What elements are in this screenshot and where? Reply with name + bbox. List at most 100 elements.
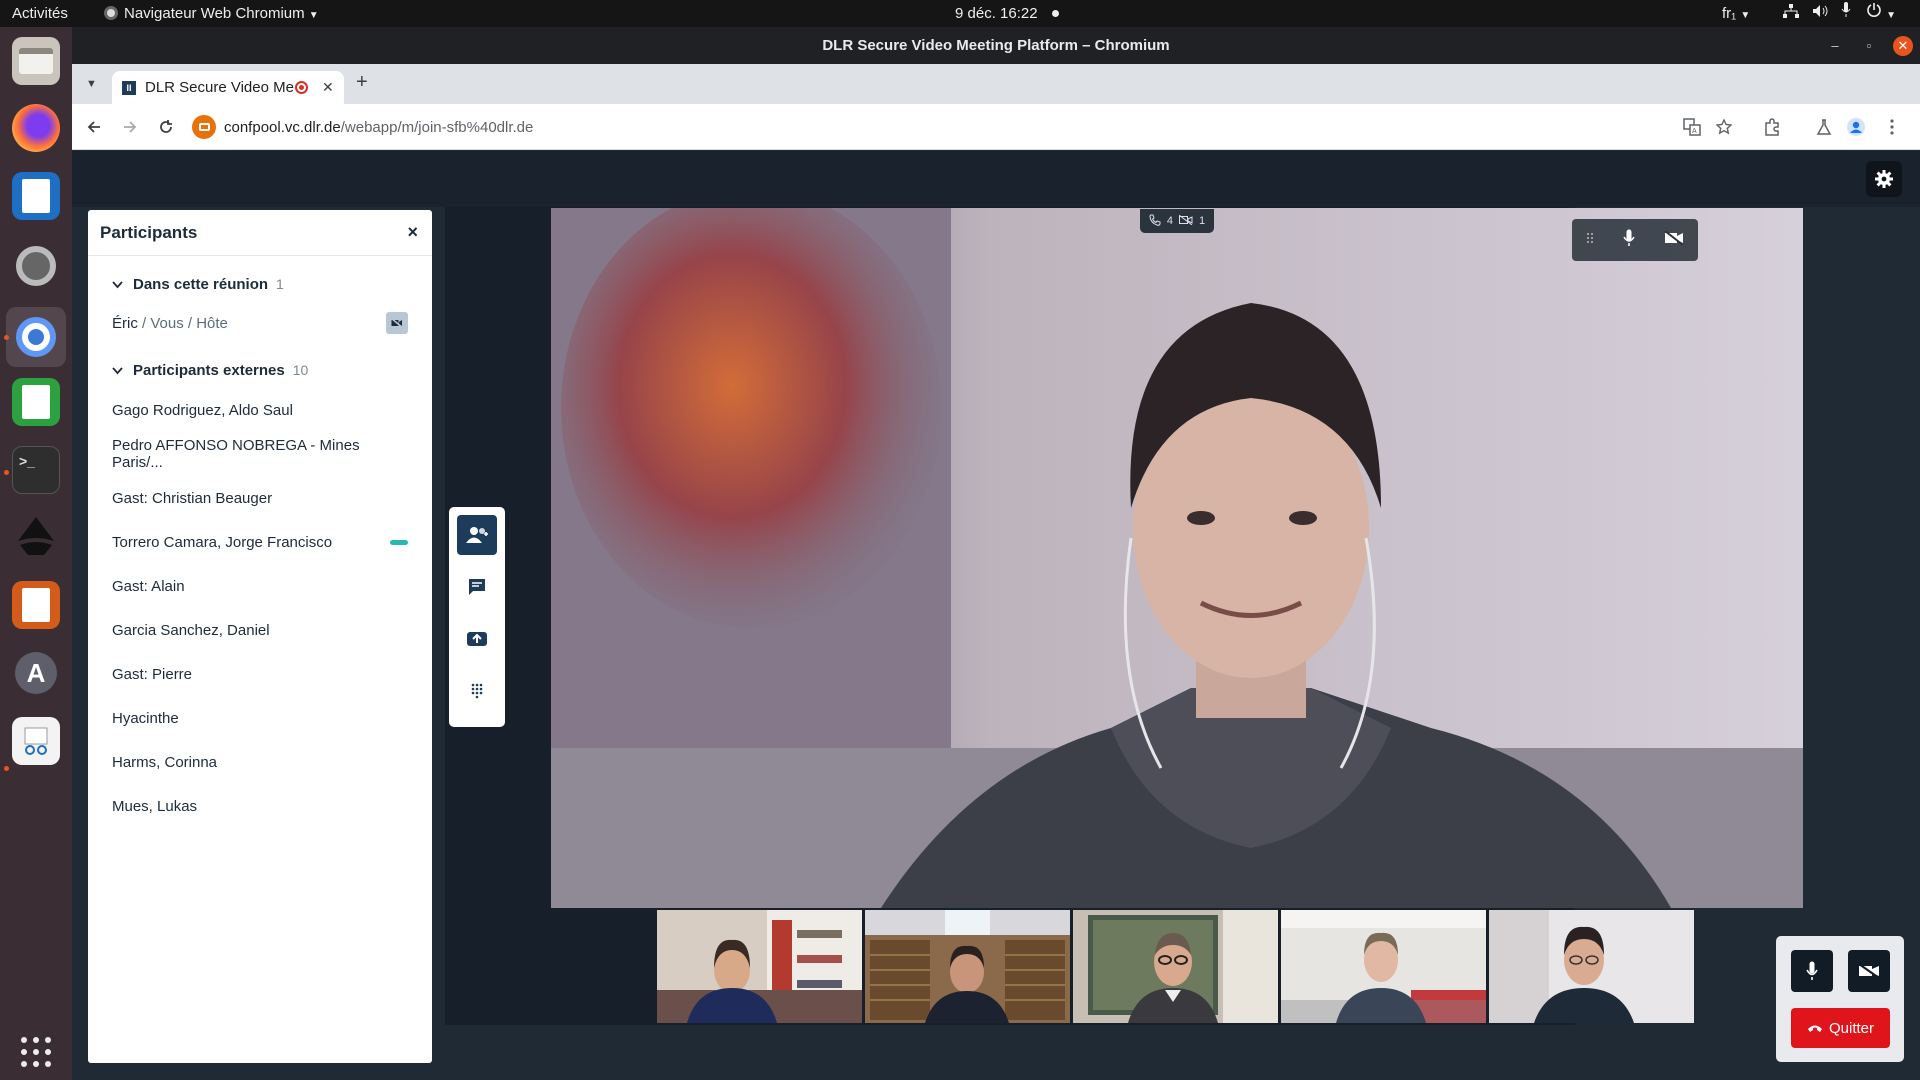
settings-gear-button[interactable] (1866, 161, 1902, 197)
app-menu-label: Navigateur Web Chromium (124, 5, 305, 22)
microphone-icon[interactable] (1623, 229, 1635, 252)
participant-row[interactable]: Harms, Corinna (88, 740, 432, 784)
participants-panel-header: Participants × (88, 210, 432, 256)
libreoffice-impress-icon[interactable] (12, 581, 60, 629)
video-off-icon (1178, 214, 1193, 228)
window-controls: – ▫ ✕ (1818, 27, 1920, 64)
microphone-icon (1806, 961, 1818, 980)
participant-row[interactable]: Gast: Christian Beauger (88, 476, 432, 520)
minimize-icon[interactable]: – (1818, 27, 1852, 64)
inkscape-icon[interactable] (12, 513, 60, 561)
clock[interactable]: 9 déc. 16:22 (955, 0, 1059, 27)
participant-name: Torrero Camara, Jorge Francisco (112, 533, 333, 551)
section-count: 10 (292, 362, 309, 378)
url-path: /webapp/m/join-sfb%40dlr.de (340, 118, 534, 136)
settings-icon[interactable] (12, 242, 60, 290)
people-icon (466, 527, 488, 543)
participant-row[interactable]: Hyacinthe (88, 696, 432, 740)
chromium-small-icon (104, 6, 118, 20)
participant-thumbnail[interactable] (1073, 910, 1278, 1023)
translate-icon[interactable]: A (1680, 115, 1704, 139)
audio-participant-count: 4 (1166, 215, 1173, 227)
kebab-menu-icon[interactable] (1880, 115, 1904, 139)
participant-row[interactable]: Torrero Camara, Jorge Francisco (88, 520, 432, 564)
window-title: DLR Secure Video Meeting Platform – Chro… (72, 27, 1920, 64)
volume-icon[interactable] (1812, 0, 1828, 27)
browser-toolbar: confpool.vc.dlr.de/webapp/m/join-sfb%40d… (72, 104, 1920, 150)
participant-row[interactable]: Garcia Sanchez, Daniel (88, 608, 432, 652)
terminal-icon[interactable]: >_ (12, 446, 60, 494)
participant-thumbnail[interactable] (1281, 910, 1486, 1023)
show-apps-icon[interactable] (12, 1028, 60, 1076)
chevron-down-icon: ▼ (308, 10, 319, 21)
labs-flask-icon[interactable] (1812, 115, 1836, 139)
chat-icon (469, 579, 485, 595)
participant-name: Hyacinthe (112, 709, 179, 727)
document-viewer-icon[interactable] (12, 717, 60, 765)
libreoffice-calc-icon[interactable] (12, 378, 60, 426)
participants-toggle-button[interactable] (457, 515, 497, 555)
participant-row-self[interactable]: Éric / Vous / Hôte (88, 298, 432, 348)
software-center-icon[interactable]: A (12, 649, 60, 697)
chevron-down-icon (112, 276, 123, 293)
url-host: confpool.vc.dlr.de (224, 118, 341, 136)
leave-call-button[interactable]: Quitter (1791, 1008, 1890, 1048)
participant-thumbnail[interactable] (1489, 910, 1694, 1023)
tab-search-chevron-icon[interactable]: ▼ (86, 78, 97, 90)
close-tab-icon[interactable]: ✕ (322, 79, 334, 96)
clock-label: 9 déc. 16:22 (955, 5, 1038, 22)
participant-row[interactable]: Gast: Alain (88, 564, 432, 608)
camera-off-icon[interactable] (1664, 229, 1684, 250)
activities-button[interactable]: Activités (12, 0, 68, 27)
participant-row[interactable]: Gast: Pierre (88, 652, 432, 696)
chromium-icon[interactable] (6, 307, 66, 367)
section-in-meeting[interactable]: Dans cette réunion 1 (88, 270, 432, 298)
profile-avatar-icon[interactable] (1844, 115, 1868, 139)
forward-icon[interactable] (118, 115, 142, 139)
microphone-indicator-icon[interactable] (1841, 0, 1851, 27)
dialpad-button[interactable] (457, 671, 497, 711)
running-indicator (4, 335, 9, 340)
address-bar[interactable]: confpool.vc.dlr.de/webapp/m/join-sfb%40d… (192, 111, 1692, 143)
participant-row[interactable]: Pedro AFFONSO NOBREGA - Mines Paris/... (88, 432, 432, 476)
participant-name: Gast: Alain (112, 577, 185, 595)
toggle-camera-button[interactable] (1848, 950, 1890, 992)
participant-row[interactable]: Mues, Lukas (88, 784, 432, 828)
mute-microphone-button[interactable] (1791, 950, 1833, 992)
power-icon[interactable]: ▼ (1866, 0, 1896, 27)
running-indicator (4, 470, 9, 475)
maximize-icon[interactable]: ▫ (1852, 27, 1886, 64)
firefox-icon[interactable] (12, 104, 60, 152)
network-icon[interactable] (1783, 0, 1799, 27)
tab-dlr-meeting[interactable]: II DLR Secure Video Me ✕ (112, 71, 344, 104)
back-icon[interactable] (82, 115, 106, 139)
participant-row[interactable]: Gago Rodriguez, Aldo Saul (88, 388, 432, 432)
main-video-feed[interactable] (551, 208, 1803, 908)
svg-text:A: A (1692, 128, 1697, 135)
participant-name: Mues, Lukas (112, 797, 198, 815)
reload-icon[interactable] (154, 115, 178, 139)
recording-indicator-icon (295, 81, 308, 94)
close-window-button[interactable]: ✕ (1886, 27, 1920, 64)
section-label: Dans cette réunion (133, 275, 269, 293)
panel-title: Participants (100, 222, 198, 242)
video-off-count: 1 (1199, 215, 1206, 227)
participant-thumbnail[interactable] (865, 910, 1070, 1023)
keyboard-layout[interactable]: fr₁ ▼ (1722, 0, 1750, 27)
drag-handle-icon[interactable] (1586, 231, 1594, 249)
system-top-bar: Activités Navigateur Web Chromium ▼ 9 dé… (0, 0, 1920, 27)
participant-thumbnail[interactable] (657, 910, 862, 1023)
chat-button[interactable] (457, 567, 497, 607)
extensions-icon[interactable] (1760, 115, 1784, 139)
share-screen-button[interactable] (457, 619, 497, 659)
tab-strip: ▼ II DLR Secure Video Me ✕ + (72, 64, 1920, 104)
section-label: Participants externes (133, 361, 285, 379)
section-external[interactable]: Participants externes 10 (88, 356, 432, 384)
new-tab-button[interactable]: + (356, 71, 368, 94)
participant-video-image (657, 910, 862, 1023)
files-icon[interactable] (12, 37, 60, 85)
close-panel-button[interactable]: × (407, 222, 418, 243)
bookmark-star-icon[interactable] (1712, 115, 1736, 139)
app-menu[interactable]: Navigateur Web Chromium ▼ (104, 0, 319, 27)
libreoffice-writer-icon[interactable] (12, 172, 60, 220)
